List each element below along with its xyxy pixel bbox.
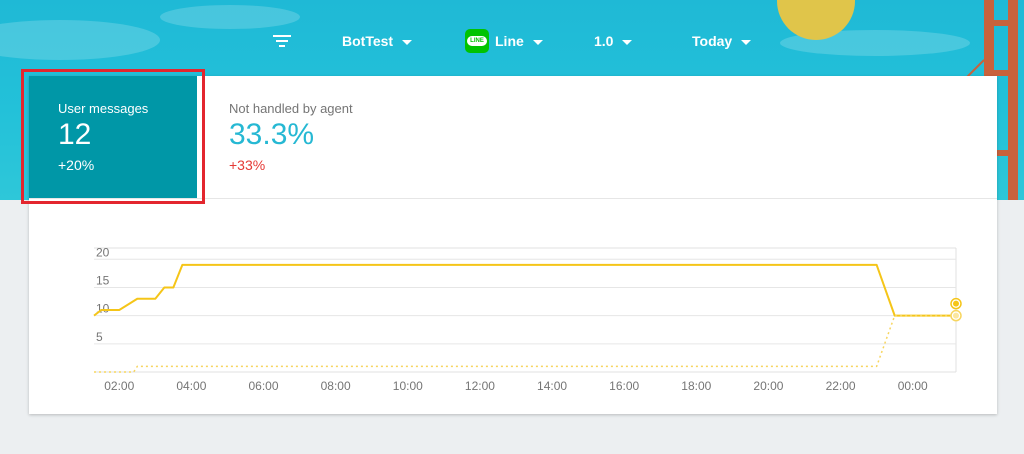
channel-selector-label: Line <box>495 33 524 49</box>
x-tick-label: 14:00 <box>537 379 567 393</box>
channel-selector[interactable]: LINE Line <box>465 22 543 60</box>
series-line-solid <box>93 263 956 317</box>
chevron-down-icon <box>532 39 543 45</box>
x-tick-label: 00:00 <box>898 379 928 393</box>
analytics-card: User messages 12 +20% Not handled by age… <box>29 76 997 414</box>
version-selector-label: 1.0 <box>594 33 614 49</box>
period-selector-label: Today <box>692 33 733 49</box>
series-endpoint-dot <box>953 300 959 307</box>
y-tick-label: 5 <box>96 330 103 344</box>
x-tick-label: 04:00 <box>176 379 206 393</box>
chevron-down-icon <box>622 39 633 45</box>
bot-selector-label: BotTest <box>342 33 394 49</box>
bot-selector[interactable]: BotTest <box>342 22 413 60</box>
filter-button[interactable] <box>272 22 292 60</box>
x-tick-label: 16:00 <box>609 379 639 393</box>
chevron-down-icon <box>741 39 752 45</box>
y-tick-label: 15 <box>96 273 110 287</box>
x-tick-label: 06:00 <box>248 379 278 393</box>
x-tick-label: 20:00 <box>753 379 783 393</box>
x-tick-label: 02:00 <box>104 379 134 393</box>
x-tick-label: 22:00 <box>826 379 856 393</box>
period-selector[interactable]: Today <box>692 22 752 60</box>
line-logo-icon: LINE <box>465 29 489 53</box>
version-selector[interactable]: 1.0 <box>594 22 633 60</box>
messages-line-chart: 510152002:00 04:00 06:00 08:00 10:00 12:00 14:… <box>93 245 962 393</box>
x-tick-label: 18:00 <box>681 379 711 393</box>
x-tick-label: 10:00 <box>393 379 423 393</box>
x-tick-label: 08:00 <box>321 379 351 393</box>
chevron-down-icon <box>402 39 413 45</box>
x-tick-label: 12:00 <box>465 379 495 393</box>
filter-icon <box>273 35 291 47</box>
top-toolbar: BotTest LINE Line 1.0 Today <box>0 22 1024 60</box>
y-tick-label: 20 <box>96 245 110 259</box>
series-endpoint-dot <box>953 312 959 319</box>
